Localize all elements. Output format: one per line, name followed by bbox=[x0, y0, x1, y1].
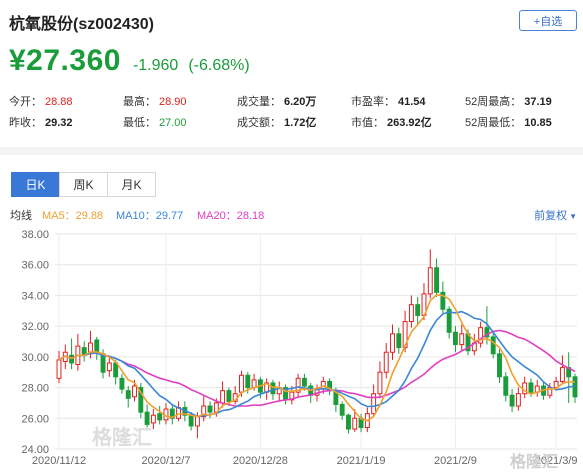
ma5-legend: MA5：29.88 bbox=[42, 210, 104, 222]
x-tick-label: 2020/11/12 bbox=[32, 455, 86, 467]
ma-legend: 均线 MA5：29.88 MA10：29.77 MA20：28.18 前复权 ▼ bbox=[10, 207, 577, 223]
candle-body bbox=[150, 414, 156, 424]
y-tick-label: 32.00 bbox=[21, 321, 49, 333]
price-change: -1.960 bbox=[132, 57, 179, 74]
candle-body bbox=[119, 377, 125, 390]
candle-body bbox=[226, 390, 232, 402]
tab-monthly[interactable]: 月K bbox=[107, 172, 156, 197]
candle-body bbox=[132, 385, 137, 398]
stats-row-1: 今开： 28.88 最高： 28.90 成交量： 6.20万 市盈率： 41.54 52… bbox=[9, 93, 579, 114]
candle-body bbox=[100, 353, 106, 373]
y-tick-label: 28.00 bbox=[21, 383, 49, 395]
x-tick-label: 2021/2/9 bbox=[434, 455, 477, 467]
caret-down-icon: ▼ bbox=[569, 212, 577, 221]
y-tick-label: 38.00 bbox=[21, 229, 49, 241]
watermark-text: 格隆汇 bbox=[92, 425, 152, 449]
adjust-dropdown-label: 前复权 bbox=[534, 210, 568, 222]
candle-body bbox=[528, 382, 534, 393]
candle-body bbox=[106, 362, 112, 372]
candle-body bbox=[239, 374, 244, 393]
candle-body bbox=[559, 367, 565, 382]
stat-pe: 市盈率： 41.54 bbox=[351, 96, 426, 108]
y-tick-label: 26.00 bbox=[21, 413, 49, 425]
stock-name: 杭氧股份(sz002430) bbox=[9, 16, 154, 33]
y-tick-label: 34.00 bbox=[21, 290, 49, 302]
price-quote: ¥27.360 -1.960 (-6.68%) bbox=[9, 44, 250, 80]
candle-body bbox=[207, 405, 213, 413]
candle-body bbox=[194, 416, 200, 427]
candle-body bbox=[390, 333, 395, 353]
stat-open: 今开： 28.88 bbox=[9, 96, 73, 108]
candle-body bbox=[497, 353, 502, 378]
candle-body bbox=[459, 333, 465, 346]
stat-52w-low: 52周最低： 10.85 bbox=[465, 117, 552, 129]
candle-body bbox=[408, 304, 414, 323]
stat-52w-high: 52周最高： 37.19 bbox=[465, 96, 552, 108]
candlestick-chart[interactable]: 38.0036.0034.0032.0030.0028.0026.0024.00… bbox=[0, 224, 583, 476]
y-tick-label: 36.00 bbox=[21, 260, 49, 272]
stat-high: 最高： 28.90 bbox=[123, 96, 187, 108]
candle-body bbox=[188, 414, 194, 427]
candle-body bbox=[157, 413, 163, 421]
stat-prev-close: 昨收： 29.32 bbox=[9, 117, 73, 129]
price-change-percent: (-6.68%) bbox=[188, 57, 250, 74]
x-tick-label: 2020/12/7 bbox=[142, 455, 191, 467]
stat-low: 最低： 27.00 bbox=[123, 117, 187, 129]
x-tick-label: 2021/1/19 bbox=[337, 455, 386, 467]
stat-turnover: 成交额： 1.72亿 bbox=[237, 117, 317, 129]
candle-body bbox=[270, 382, 276, 395]
candle-body bbox=[427, 267, 433, 295]
adjust-dropdown[interactable]: 前复权 ▼ bbox=[534, 207, 577, 223]
candle-body bbox=[371, 393, 377, 415]
ma20-legend: MA20：28.18 bbox=[197, 210, 265, 222]
header: 杭氧股份(sz002430) +自选 bbox=[9, 7, 577, 33]
ma10-legend: MA10：29.77 bbox=[116, 210, 184, 222]
candle-body bbox=[434, 267, 440, 293]
candle-body bbox=[144, 411, 150, 425]
ma-legend-label: 均线 bbox=[10, 210, 32, 222]
candle-body bbox=[515, 393, 521, 407]
y-tick-label: 30.00 bbox=[21, 352, 49, 364]
candle-body bbox=[94, 339, 100, 353]
watermark-text: 格隆汇 bbox=[510, 452, 558, 471]
candle-body bbox=[125, 390, 131, 399]
current-price: ¥27.360 bbox=[9, 44, 121, 77]
tab-daily[interactable]: 日K bbox=[11, 172, 60, 197]
candle-body bbox=[346, 414, 351, 430]
candle-body bbox=[245, 374, 251, 389]
stat-volume: 成交量： 6.20万 bbox=[237, 96, 317, 108]
candle-body bbox=[377, 371, 383, 395]
candle-body bbox=[383, 351, 389, 373]
candle-body bbox=[396, 333, 402, 349]
candle-body bbox=[452, 331, 458, 346]
stats-row-2: 昨收： 29.32 最低： 27.00 成交额： 1.72亿 市值： 263.92亿 5… bbox=[9, 114, 579, 135]
candle-body bbox=[503, 376, 509, 396]
candle-body bbox=[509, 394, 515, 407]
section-divider bbox=[0, 147, 583, 155]
x-tick-label: 2020/12/28 bbox=[233, 455, 288, 467]
candle-body bbox=[113, 362, 119, 378]
candle-body bbox=[301, 377, 307, 387]
tab-weekly[interactable]: 周K bbox=[59, 172, 108, 197]
period-tabs: 日K 周K 月K bbox=[11, 172, 156, 197]
add-watchlist-button[interactable]: +自选 bbox=[519, 10, 577, 31]
candle-body bbox=[339, 403, 345, 416]
candle-body bbox=[56, 359, 62, 379]
candle-body bbox=[220, 390, 226, 404]
candle-body bbox=[352, 417, 358, 430]
candle-body bbox=[415, 304, 421, 316]
stat-market-cap: 市值： 263.92亿 bbox=[351, 117, 432, 129]
candle-body bbox=[490, 336, 496, 355]
stats-panel: 今开： 28.88 最高： 28.90 成交量： 6.20万 市盈率： 41.54 52… bbox=[9, 93, 579, 135]
